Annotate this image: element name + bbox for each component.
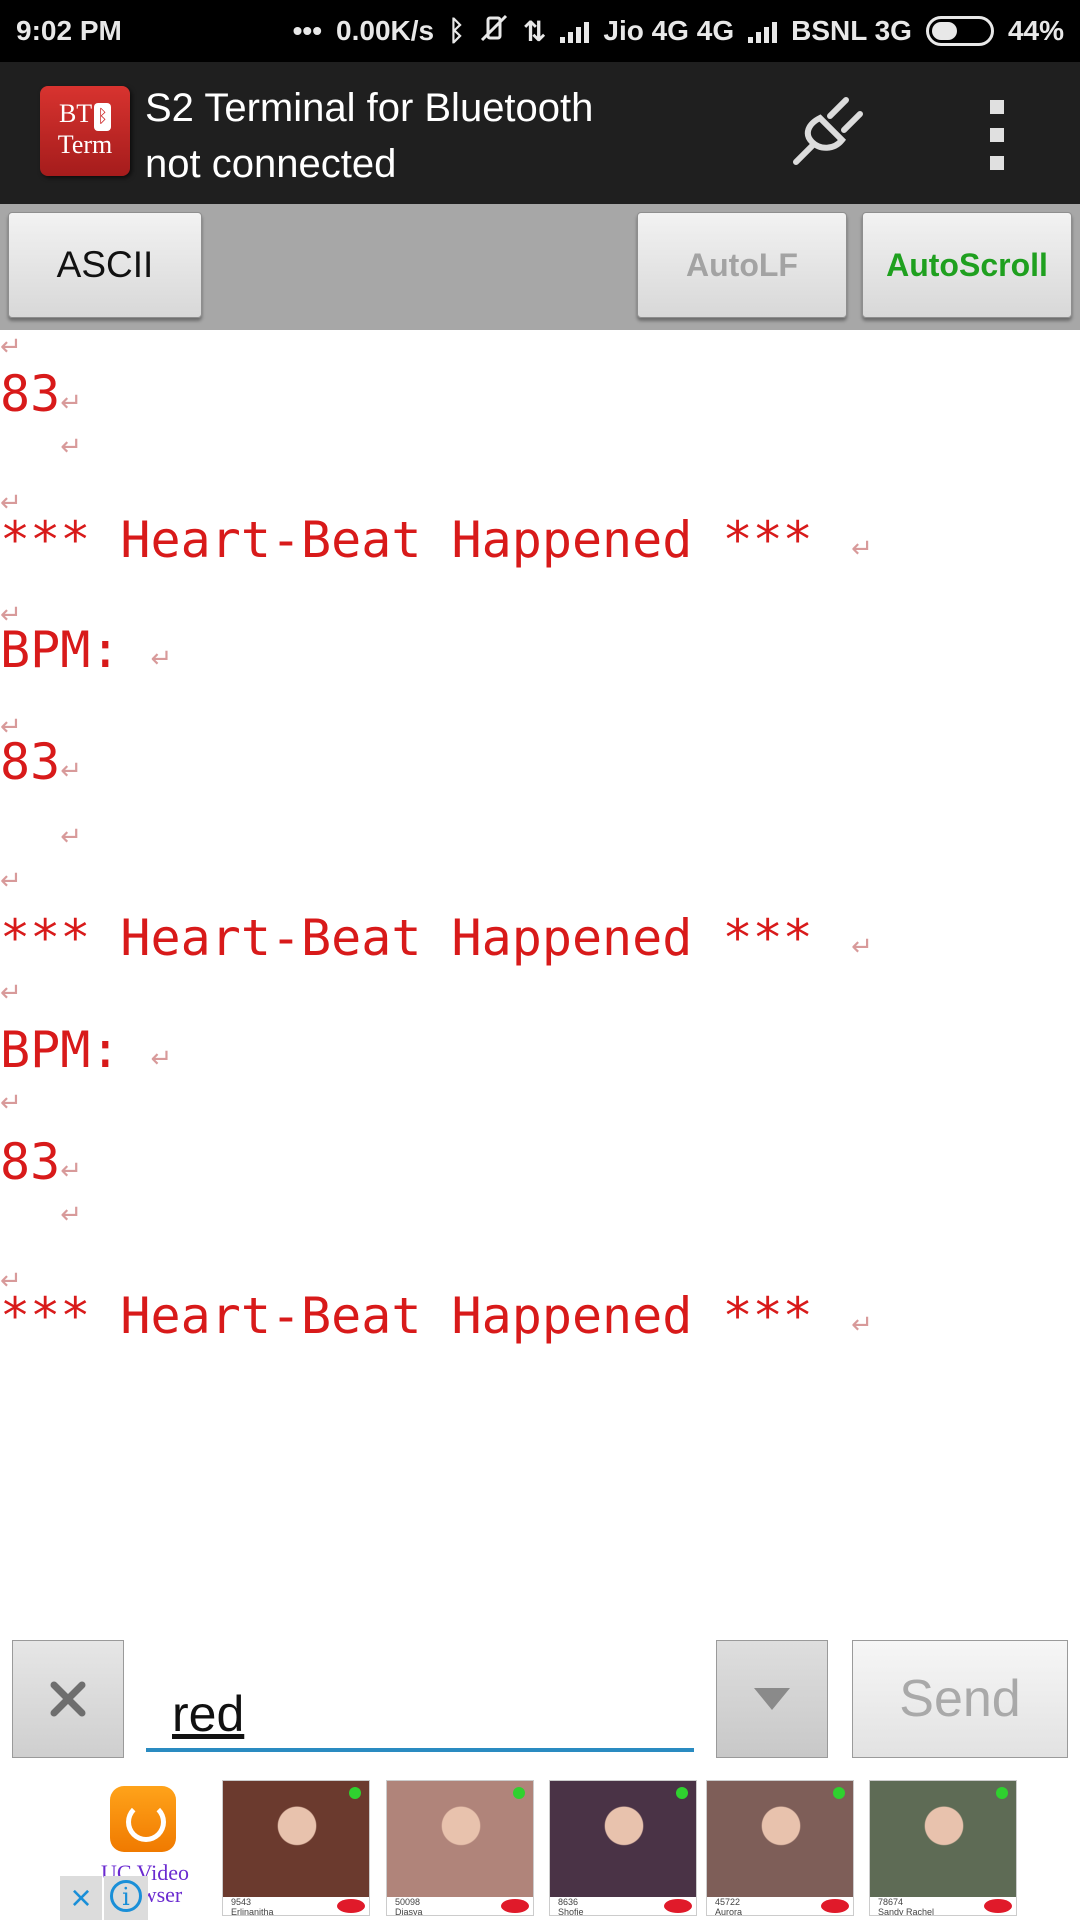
carrier-2: BSNL 3G	[791, 15, 912, 46]
terminal-output[interactable]: ↵ 83↵ ↵ ↵ *** Heart-Beat Happened *** ↵ ↵ BPM…	[0, 330, 1080, 1624]
overflow-menu-icon[interactable]	[980, 100, 1014, 170]
ad-profile-photo	[870, 1781, 1016, 1899]
autoscroll-toggle[interactable]: AutoScroll	[862, 212, 1072, 318]
app-logo: BT ᛒ Term	[40, 86, 130, 176]
toolbar: ASCII AutoLF AutoScroll	[0, 204, 1080, 330]
network-speed: 0.00K/s	[336, 15, 435, 46]
app-title: S2 Terminal for Bluetooth	[145, 86, 594, 130]
lips-icon	[664, 1899, 692, 1913]
lips-icon	[821, 1899, 849, 1913]
terminal-line-text	[0, 1177, 60, 1235]
linefeed-icon: ↵	[60, 822, 83, 852]
close-icon	[50, 1681, 86, 1717]
input-bar: Send	[0, 1624, 1080, 1772]
online-indicator-icon	[513, 1787, 525, 1799]
clear-button[interactable]	[12, 1640, 124, 1758]
send-button[interactable]: Send	[852, 1640, 1068, 1758]
status-time: 9:02 PM	[16, 15, 122, 46]
history-dropdown-button[interactable]	[716, 1640, 828, 1758]
autolf-toggle[interactable]: AutoLF	[637, 212, 847, 318]
terminal-line-text: *** Heart-Beat Happened ***	[0, 511, 843, 569]
linefeed-icon: ↵	[60, 1200, 83, 1230]
linefeed-icon: ↵	[842, 534, 873, 564]
online-indicator-icon	[676, 1787, 688, 1799]
battery-percent: 44%	[1007, 15, 1064, 46]
status-bar: 9:02 PM ••• 0.00K/s ᛒ ⇅ Jio 4G 4G BSNL 3…	[0, 0, 1080, 62]
dots-icon: •••	[292, 15, 323, 46]
logo-text-bottom: Term	[57, 130, 113, 159]
linefeed-icon: ↵	[842, 932, 873, 962]
linefeed-icon: ↵	[0, 978, 22, 1008]
terminal-line: ↵	[0, 844, 22, 909]
terminal-line: ↵	[0, 956, 22, 1021]
ad-profile-tile[interactable]: 78674 Sandy Rachel	[869, 1780, 1017, 1916]
ad-profile-photo	[223, 1781, 369, 1899]
battery-icon	[925, 16, 994, 46]
linefeed-icon: ↵	[60, 432, 83, 462]
ad-banner[interactable]: UC Video Browser × 9543Erlinanitha50098D…	[0, 1772, 1080, 1920]
ad-profile-tile[interactable]: 9543 Erlinanitha	[222, 1780, 370, 1916]
linefeed-icon: ↵	[0, 866, 22, 896]
terminal-line: *** Heart-Beat Happened *** ↵	[0, 1288, 873, 1353]
lips-icon	[984, 1899, 1012, 1913]
linefeed-icon: ↵	[150, 644, 173, 674]
terminal-line: *** Heart-Beat Happened *** ↵	[0, 512, 873, 577]
terminal-line: *** Heart-Beat Happened *** ↵	[0, 910, 873, 975]
terminal-line-text: *** Heart-Beat Happened ***	[0, 909, 843, 967]
bluetooth-icon: ᛒ	[448, 15, 465, 46]
linefeed-icon: ↵	[60, 756, 83, 786]
ad-profile-photo	[387, 1781, 533, 1899]
ad-profile-tile[interactable]: 45722 Aurora	[706, 1780, 854, 1916]
online-indicator-icon	[349, 1787, 361, 1799]
terminal-line: BPM: ↵	[0, 622, 172, 687]
terminal-line-text: 83	[0, 733, 61, 791]
lips-icon	[501, 1899, 529, 1913]
connection-status: not connected	[145, 142, 397, 186]
ad-profile-tile[interactable]: 8636 Shofie	[549, 1780, 697, 1916]
linefeed-icon: ↵	[0, 332, 22, 362]
logo-text-top: BT	[58, 99, 93, 128]
signal-icon	[748, 19, 778, 43]
terminal-line-text: BPM:	[0, 1021, 151, 1079]
online-indicator-icon	[996, 1787, 1008, 1799]
ad-profile-tile[interactable]: 50098 Diasya	[386, 1780, 534, 1916]
terminal-line: ↵	[0, 1178, 82, 1243]
app-bar: BT ᛒ Term S2 Terminal for Bluetooth not c…	[0, 62, 1080, 204]
connect-button[interactable]	[790, 94, 866, 170]
data-arrows-icon: ⇅	[522, 15, 547, 47]
uc-browser-icon[interactable]	[110, 1786, 176, 1852]
chevron-down-icon	[754, 1688, 790, 1710]
terminal-line: BPM: ↵	[0, 1022, 172, 1087]
message-input[interactable]	[146, 1650, 694, 1752]
terminal-line: ↵	[0, 1066, 22, 1131]
linefeed-icon: ↵	[842, 1310, 873, 1340]
ad-profile-photo	[707, 1781, 853, 1899]
terminal-line-text	[0, 409, 60, 467]
status-indicators: ••• 0.00K/s ᛒ ⇅ Jio 4G 4G BSNL 3G 44%	[293, 13, 1064, 50]
linefeed-icon: ↵	[0, 1088, 22, 1118]
ad-close-icon[interactable]: ×	[60, 1876, 102, 1920]
terminal-line-text: BPM:	[0, 621, 151, 679]
plug-icon	[793, 97, 863, 165]
ad-profile-photo	[550, 1781, 696, 1899]
ad-info-icon[interactable]	[104, 1876, 148, 1920]
terminal-line-text: *** Heart-Beat Happened ***	[0, 1287, 843, 1345]
bluetooth-icon: ᛒ	[94, 103, 112, 131]
ascii-button[interactable]: ASCII	[8, 212, 202, 318]
terminal-line: 83↵	[0, 734, 82, 799]
linefeed-icon: ↵	[150, 1044, 173, 1074]
online-indicator-icon	[833, 1787, 845, 1799]
title-block: S2 Terminal for Bluetooth not connected	[145, 80, 593, 192]
vibrate-off-icon	[479, 13, 509, 50]
lips-icon	[337, 1899, 365, 1913]
carrier-1: Jio 4G 4G	[603, 15, 735, 46]
signal-icon	[560, 19, 590, 43]
